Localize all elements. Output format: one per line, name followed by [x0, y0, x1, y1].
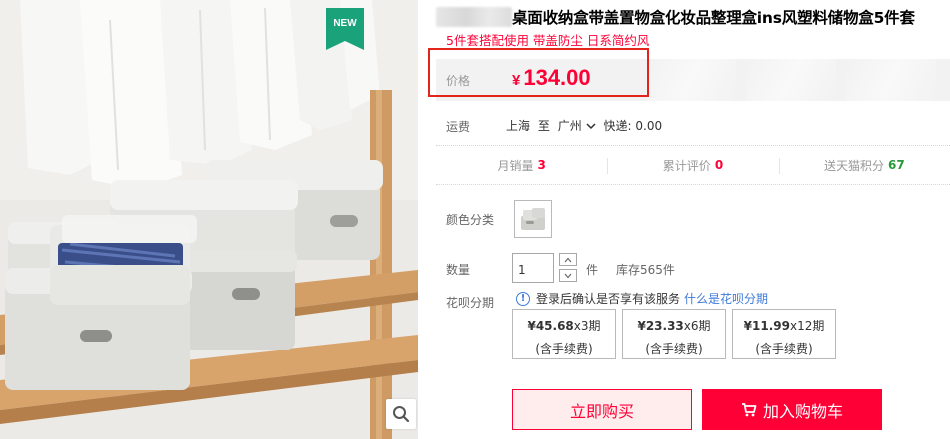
product-title-text: 桌面收纳盒带盖置物盒化妆品整理盒ins风塑料储物盒5件套 [512, 9, 915, 27]
badge-shape [326, 8, 364, 50]
price-highlight-frame [428, 48, 649, 97]
add-to-cart-label: 加入购物车 [762, 401, 843, 421]
quantity-decrease-button[interactable] [559, 269, 577, 282]
info-icon: ! [516, 291, 530, 306]
stat-monthly-sales: 月销量 3 [436, 146, 607, 184]
installment-price: ¥45.68 [527, 319, 574, 333]
title-blurred-prefix [436, 7, 512, 27]
buy-now-button[interactable]: 立即购买 [512, 389, 692, 430]
stock-count: 库存565件 [616, 263, 675, 277]
installment-option[interactable]: ¥23.33x6期 (含手续费) [622, 309, 726, 359]
stat-label: 累计评价 [662, 158, 711, 173]
ship-destination-select[interactable]: 广州 [558, 119, 596, 133]
zoom-button[interactable] [386, 399, 416, 429]
stat-label: 送天猫积分 [823, 158, 884, 173]
new-badge-label: NEW [333, 18, 357, 29]
chevron-down-icon [564, 273, 572, 278]
shipping-info: 上海 至 广州 快递: 0.00 [506, 117, 666, 134]
color-thumbnail [521, 208, 545, 230]
installment-price: ¥11.99 [743, 319, 790, 333]
installment-amount: ¥23.33x6期 [623, 317, 725, 334]
chevron-up-icon [564, 257, 572, 262]
installment-option[interactable]: ¥45.68x3期 (含手续费) [512, 309, 616, 359]
installment-fee: (含手续费) [645, 342, 703, 356]
stat-value: 3 [537, 158, 546, 172]
installment-periods: x6期 [683, 319, 711, 333]
ship-to-word: 至 [537, 119, 550, 133]
installment-periods: x3期 [573, 319, 601, 333]
installment-note-text: 登录后确认是否享有该服务 [536, 292, 681, 306]
quantity-increase-button[interactable] [559, 253, 577, 266]
installment-help-link[interactable]: 什么是花呗分期 [684, 290, 768, 307]
price-panel-stripe [646, 59, 736, 101]
quantity-unit: 件 [586, 263, 599, 277]
quantity-label: 数量 [446, 263, 471, 277]
price-panel-stripe [846, 59, 936, 101]
installment-option[interactable]: ¥11.99x12期 (含手续费) [732, 309, 836, 359]
stat-value: 0 [714, 158, 724, 172]
installment-label: 花呗分期 [446, 296, 495, 310]
product-title: 桌面收纳盒带盖置物盒化妆品整理盒ins风塑料储物盒5件套 [436, 5, 950, 29]
ship-from: 上海 [506, 119, 531, 133]
stat-value: 67 [887, 158, 905, 172]
add-to-cart-button[interactable]: 加入购物车 [702, 389, 882, 430]
installment-amount: ¥45.68x3期 [513, 317, 615, 334]
product-detail-panel: 桌面收纳盒带盖置物盒化妆品整理盒ins风塑料储物盒5件套 5件套搭配使用 带盖防… [428, 0, 950, 439]
installment-amount: ¥11.99x12期 [733, 317, 835, 334]
installment-fee: (含手续费) [755, 342, 813, 356]
price-panel-stripe [746, 59, 836, 101]
sales-stats: 月销量 3 累计评价 0 送天猫积分 67 [436, 145, 950, 185]
installment-fee: (含手续费) [535, 342, 593, 356]
cart-icon [741, 403, 757, 417]
color-option-swatch[interactable] [514, 200, 552, 238]
ship-destination: 广州 [557, 119, 582, 133]
product-main-image[interactable]: NEW [0, 0, 418, 439]
shipping-label: 运费 [446, 120, 471, 134]
installment-notice: ! 登录后确认是否享有该服务 什么是花呗分期 [516, 290, 768, 307]
stat-tmall-points: 送天猫积分 67 [778, 146, 950, 184]
chevron-down-icon [586, 123, 596, 130]
new-badge: NEW [326, 8, 364, 50]
ship-method: 快递: 0.00 [603, 119, 663, 133]
product-photo [0, 0, 418, 439]
stat-reviews[interactable]: 累计评价 0 [607, 146, 778, 184]
color-label: 颜色分类 [446, 213, 495, 227]
installment-periods: x12期 [789, 319, 825, 333]
installment-price: ¥23.33 [637, 319, 684, 333]
stat-label: 月销量 [497, 158, 534, 173]
magnifier-icon [393, 406, 410, 423]
quantity-input[interactable]: 1 [512, 253, 554, 283]
product-subtitle: 5件套搭配使用 带盖防尘 日系简约风 [446, 33, 650, 48]
